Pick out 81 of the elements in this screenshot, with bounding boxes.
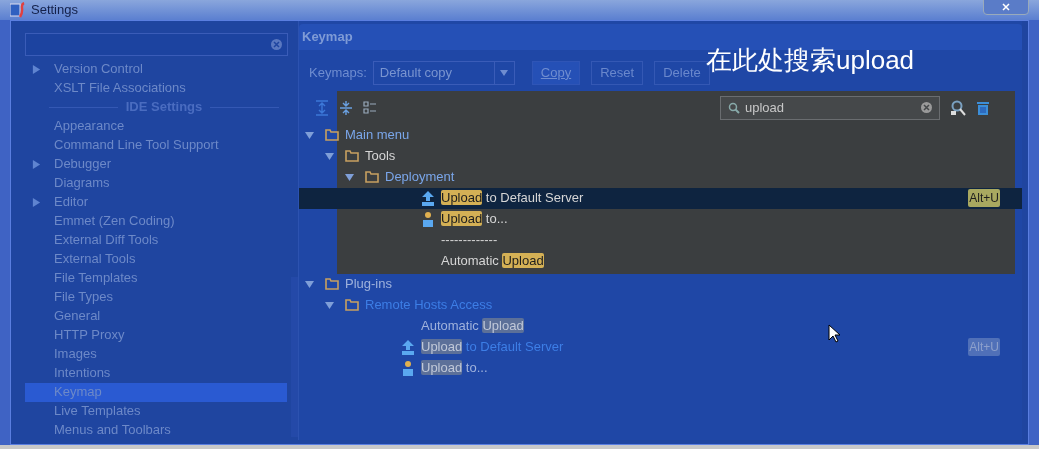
folder-icon	[365, 171, 379, 183]
folder-icon	[345, 150, 359, 162]
caret-icon[interactable]	[32, 159, 41, 169]
sidebar-item[interactable]: Live Templates	[25, 401, 287, 421]
sidebar-item[interactable]: External Diff Tools	[25, 230, 287, 250]
upload-icon	[421, 190, 435, 206]
caret-icon[interactable]	[325, 151, 334, 161]
tree-row-label: Upload to...	[421, 359, 488, 378]
mouse-cursor-icon	[828, 323, 841, 343]
search-icon	[728, 101, 740, 114]
shortcut-badge: Alt+U	[968, 338, 1000, 356]
sidebar-item[interactable]: General	[25, 306, 287, 326]
tree-row-label: Upload to Default Server	[441, 189, 584, 208]
tree-row-label: Upload to...	[441, 210, 508, 229]
caret-icon[interactable]	[32, 197, 41, 207]
clear-icon[interactable]	[271, 38, 282, 50]
sidebar-item[interactable]: Appearance	[25, 116, 287, 136]
tree-row[interactable]: Upload to Default Server Alt+U	[299, 187, 1022, 209]
collapse-all-icon[interactable]	[339, 99, 353, 116]
caret-icon[interactable]	[305, 130, 314, 140]
tree-row-label: Plug-ins	[345, 275, 392, 294]
folder-icon	[345, 299, 359, 311]
folder-icon	[325, 129, 339, 141]
find-shortcut-icon[interactable]	[950, 99, 966, 116]
dropdown-arrow-icon	[500, 69, 509, 76]
sidebar-item[interactable]: File Types	[25, 287, 287, 307]
person-upload-icon	[421, 211, 435, 227]
app-icon	[10, 1, 26, 18]
tree-row-label: Remote Hosts Access	[365, 296, 493, 315]
tree-row-label: Tools	[365, 147, 396, 166]
tree-row[interactable]: Remote Hosts Access	[299, 294, 1022, 316]
close-icon	[1002, 2, 1010, 11]
tree-row-label: Deployment	[385, 168, 455, 187]
tree-row[interactable]: Plug-ins	[299, 273, 1022, 295]
tree-row-label: Main menu	[345, 126, 410, 145]
caret-icon[interactable]	[32, 64, 41, 74]
sidebar-item[interactable]: Debugger	[25, 154, 287, 174]
sidebar-item[interactable]: File Templates	[25, 268, 287, 288]
tree-row-label: Automatic Upload	[421, 317, 524, 336]
tree-row[interactable]: Tools	[299, 145, 1022, 167]
trash-icon[interactable]	[976, 100, 990, 115]
window-title: Settings	[31, 1, 78, 19]
sidebar-item[interactable]: Intentions	[25, 363, 287, 383]
shortcut-search-field[interactable]: upload	[745, 96, 916, 119]
close-button[interactable]	[983, 0, 1029, 15]
sidebar-item[interactable]: Command Line Tool Support	[25, 135, 287, 155]
sidebar-item[interactable]: XSLT File Associations	[25, 78, 287, 98]
sidebar-item[interactable]: Images	[25, 344, 287, 364]
caret-icon[interactable]	[345, 172, 354, 182]
upload-icon	[401, 339, 415, 355]
tree-row[interactable]: Upload to Default Server Alt+U	[299, 336, 1022, 358]
sidebar-item[interactable]: Menus and Toolbars	[25, 420, 287, 440]
tree-row-label: Upload to Default Server	[421, 338, 564, 357]
folder-icon	[325, 278, 339, 290]
tree-row-label: Automatic Upload	[441, 252, 544, 271]
caret-icon[interactable]	[305, 279, 314, 289]
tree-row[interactable]: Upload to...	[299, 357, 1022, 379]
tree-row[interactable]: Upload to...	[299, 208, 1022, 230]
tree-row[interactable]: Main menu	[299, 124, 1022, 146]
clear-icon[interactable]	[921, 102, 932, 113]
toolbar-button[interactable]: Copy	[531, 60, 581, 85]
tree-row[interactable]: Automatic Upload	[299, 315, 1022, 337]
tree-row[interactable]: -------------	[299, 229, 1022, 251]
caret-icon[interactable]	[325, 300, 334, 310]
person-upload-icon	[401, 360, 415, 376]
tree-row[interactable]: Automatic Upload	[299, 250, 1022, 272]
shortcut-search-box[interactable]: upload	[720, 95, 940, 120]
tree-row-label: -------------	[441, 231, 498, 250]
sidebar-item[interactable]: Emmet (Zen Coding)	[25, 211, 287, 231]
sidebar-item[interactable]: Editor	[25, 192, 287, 212]
keymaps-label: Keymaps:	[309, 63, 367, 82]
sidebar-item[interactable]: HTTP Proxy	[25, 325, 287, 345]
shortcut-badge: Alt+U	[968, 189, 1000, 207]
expand-all-icon[interactable]	[315, 99, 329, 116]
sidebar-item[interactable]: Keymap	[25, 382, 287, 402]
checklist-icon[interactable]	[363, 100, 377, 115]
sidebar-item[interactable]: Version Control	[25, 59, 287, 79]
tree-row[interactable]: Deployment	[299, 166, 1022, 188]
sidebar-item[interactable]: Diagrams	[25, 173, 287, 193]
keymap-dropdown[interactable]: Default copy	[372, 60, 515, 85]
sidebar-item[interactable]: External Tools	[25, 249, 287, 269]
